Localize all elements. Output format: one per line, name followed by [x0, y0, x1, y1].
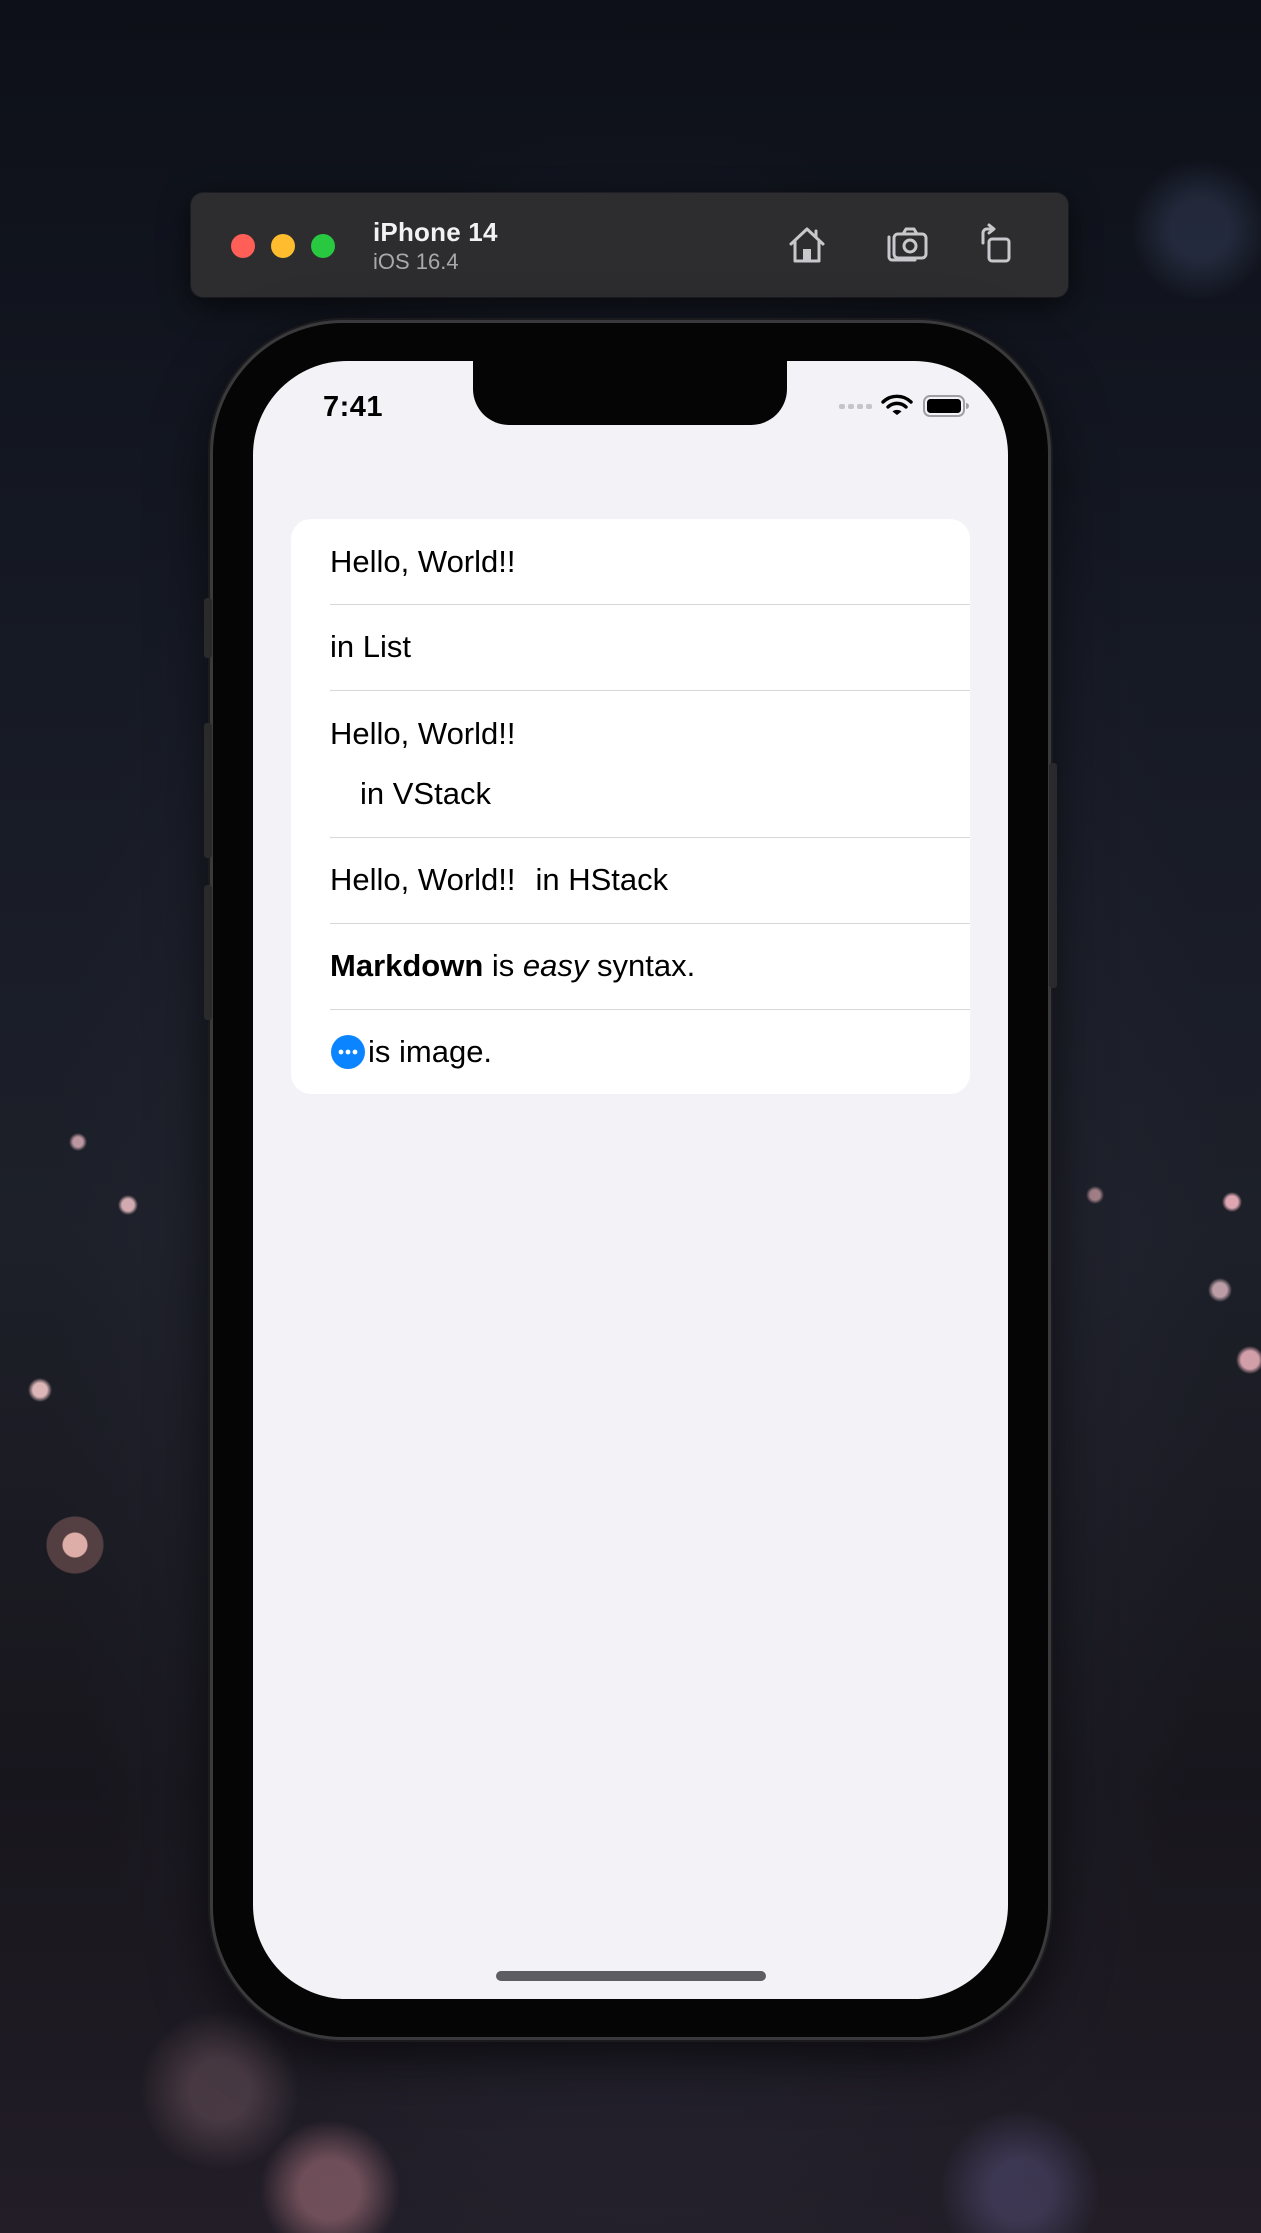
hstack-text-2: in HStack [535, 862, 669, 897]
volume-up-button [204, 723, 212, 858]
list-item-text: Hello, World!! [330, 543, 516, 579]
cellular-signal-icon [839, 404, 872, 409]
markdown-plain-text: is [483, 948, 523, 983]
power-button [1049, 763, 1057, 988]
vstack-line-1: Hello, World!! [330, 715, 516, 751]
home-button[interactable] [783, 221, 831, 269]
list-item-image[interactable]: is image. [291, 1009, 970, 1094]
markdown-text: Markdown is easy syntax. [330, 948, 695, 984]
list: Hello, World!! in List Hello, World!! in… [291, 519, 970, 1094]
list-item[interactable]: in List [291, 604, 970, 690]
list-item-text: is image. [368, 1033, 493, 1069]
screenshot-button[interactable] [883, 221, 931, 269]
notch [473, 361, 787, 425]
ellipsis-circle-icon [331, 1034, 365, 1069]
list-item-hstack[interactable]: Hello, World!! in HStack [291, 837, 970, 923]
home-indicator[interactable] [496, 1971, 766, 1981]
vstack-line-2: in VStack [360, 775, 491, 811]
zoom-window-button[interactable] [311, 234, 335, 258]
home-icon [789, 227, 825, 263]
phone-screen: 7:41 Hello, World!! in List Hello, World… [253, 361, 1008, 1999]
os-version: iOS 16.4 [373, 249, 459, 274]
minimize-window-button[interactable] [271, 234, 295, 258]
list-item[interactable]: Hello, World!! [291, 519, 970, 604]
list-item-vstack[interactable]: Hello, World!! in VStack [291, 690, 970, 837]
list-item-markdown[interactable]: Markdown is easy syntax. [291, 923, 970, 1009]
hstack-text-1: Hello, World!! [330, 862, 516, 897]
battery-icon [923, 395, 969, 417]
rotate-icon [981, 223, 1011, 263]
markdown-bold-text: Markdown [330, 948, 484, 983]
markdown-plain-text: syntax. [588, 948, 696, 983]
action-button [204, 598, 212, 658]
device-name: iPhone 14 [373, 217, 498, 247]
volume-down-button [204, 885, 212, 1020]
close-window-button[interactable] [231, 234, 255, 258]
markdown-italic-text: easy [522, 948, 589, 983]
screenshot-icon [887, 227, 928, 262]
rotate-button[interactable] [973, 221, 1021, 269]
wifi-icon [881, 394, 913, 415]
iphone-frame: 7:41 Hello, World!! in List Hello, World… [204, 323, 1057, 2037]
status-bar-time: 7:41 [323, 391, 384, 423]
list-item-text: in List [330, 629, 411, 664]
simulator-title-bar: iPhone 14 iOS 16.4 [191, 193, 1068, 297]
